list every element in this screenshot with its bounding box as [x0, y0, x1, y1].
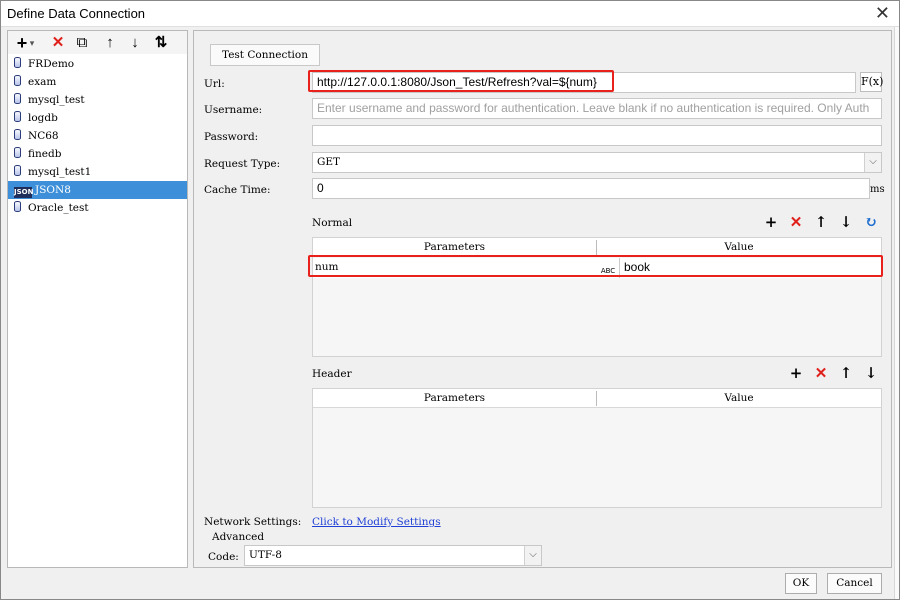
header-down-icon[interactable]: ↓	[862, 364, 880, 382]
connection-detail-panel: Test Connection Url: http://127.0.0.1:80…	[193, 30, 892, 568]
move-up-icon[interactable]: ↑	[100, 33, 120, 53]
username-input[interactable]: Enter username and password for authenti…	[312, 98, 882, 119]
header-add-icon[interactable]: +	[787, 364, 805, 382]
cache-time-value: 0	[317, 181, 324, 195]
database-icon	[14, 75, 21, 86]
url-highlight-box	[308, 70, 614, 92]
connection-toolbar: + ▾ ✕ ⧉ ↑ ↓ ⇅	[8, 31, 187, 54]
code-select[interactable]: UTF-8 ⌵	[244, 545, 542, 566]
normal-down-icon[interactable]: ↓	[837, 213, 855, 231]
list-item[interactable]: logdb	[8, 109, 187, 127]
sort-icon[interactable]: ⇅	[151, 33, 171, 53]
connection-name: finedb	[28, 148, 62, 160]
table-header: Parameters Value	[313, 389, 881, 408]
list-item[interactable]: exam	[8, 73, 187, 91]
cancel-button[interactable]: Cancel	[827, 573, 882, 594]
window-edge	[894, 27, 900, 600]
normal-up-icon[interactable]: ↑	[812, 213, 830, 231]
username-placeholder: Enter username and password for authenti…	[317, 101, 870, 115]
test-connection-button[interactable]: Test Connection	[210, 44, 320, 66]
request-type-value: GET	[317, 156, 341, 168]
database-icon	[14, 201, 21, 212]
close-icon[interactable]: ✕	[875, 3, 890, 23]
normal-refresh-icon[interactable]: ↻	[862, 213, 880, 231]
connection-name: JSON8	[35, 184, 71, 196]
cache-time-input[interactable]: 0	[312, 178, 870, 199]
database-icon	[14, 111, 21, 122]
chevron-down-icon: ⌵	[524, 546, 541, 565]
ok-button[interactable]: OK	[785, 573, 817, 594]
database-icon	[14, 93, 21, 104]
connection-list: FRDemo exam mysql_testlogdb NC68 finedb mysql…	[8, 55, 187, 217]
code-label: Code:	[208, 551, 239, 563]
password-label: Password:	[204, 131, 259, 143]
cache-time-label: Cache Time:	[204, 184, 271, 196]
chevron-down-icon: ⌵	[864, 153, 881, 172]
list-item[interactable]: Oracle_test	[8, 199, 187, 217]
list-item[interactable]: mysql_test1	[8, 163, 187, 181]
modify-settings-link[interactable]: Click to Modify Settings	[312, 516, 441, 528]
json-icon: JSON	[14, 187, 34, 198]
connection-list-panel: + ▾ ✕ ⧉ ↑ ↓ ⇅ FRDemo exam mysql_testlogdb N…	[7, 30, 188, 568]
window-title: Define Data Connection	[7, 6, 146, 21]
list-item[interactable]: finedb	[8, 145, 187, 163]
column-value: Value	[724, 392, 754, 404]
code-value: UTF-8	[249, 549, 282, 561]
connection-name: FRDemo	[28, 58, 75, 70]
add-dropdown-icon[interactable]: ▾	[27, 33, 37, 53]
normal-add-icon[interactable]: +	[762, 213, 780, 231]
title-bar: Define Data Connection ✕	[0, 0, 900, 27]
header-delete-icon[interactable]: ✕	[812, 364, 830, 382]
password-input[interactable]	[312, 125, 882, 146]
normal-section-label: Normal	[312, 217, 353, 229]
url-label: Url:	[204, 78, 225, 90]
database-icon	[14, 129, 21, 140]
database-icon	[14, 57, 21, 68]
database-icon	[14, 147, 21, 158]
list-item[interactable]: JSON JSON8	[8, 181, 187, 199]
network-settings-label: Network Settings:	[204, 516, 302, 528]
header-section-label: Header	[312, 368, 352, 380]
request-type-select[interactable]: GET ⌵	[312, 152, 882, 173]
list-item[interactable]: FRDemo	[8, 55, 187, 73]
list-item[interactable]: mysql_test	[8, 91, 187, 109]
header-parameters-table: Parameters Value	[312, 388, 882, 508]
column-parameters: Parameters	[423, 392, 486, 404]
username-label: Username:	[204, 104, 263, 116]
connection-name: exam	[28, 76, 57, 88]
connection-name: mysql_test1	[28, 166, 92, 178]
connection-name: NC68	[28, 130, 59, 142]
cache-time-unit: ms	[870, 184, 885, 195]
normal-delete-icon[interactable]: ✕	[787, 213, 805, 231]
connection-name: Oracle_test	[28, 202, 89, 214]
copy-connection-icon[interactable]: ⧉	[72, 33, 92, 53]
connection-name: logdb	[28, 112, 58, 124]
param-row-highlight-box	[308, 255, 883, 277]
move-down-icon[interactable]: ↓	[125, 33, 145, 53]
request-type-label: Request Type:	[204, 158, 281, 170]
advanced-label: Advanced	[212, 531, 265, 543]
header-up-icon[interactable]: ↑	[837, 364, 855, 382]
delete-connection-icon[interactable]: ✕	[48, 33, 68, 53]
connection-name: mysql_test	[28, 94, 85, 106]
database-icon	[14, 165, 21, 176]
list-item[interactable]: NC68	[8, 127, 187, 145]
formula-button[interactable]: F(x)	[860, 72, 883, 92]
